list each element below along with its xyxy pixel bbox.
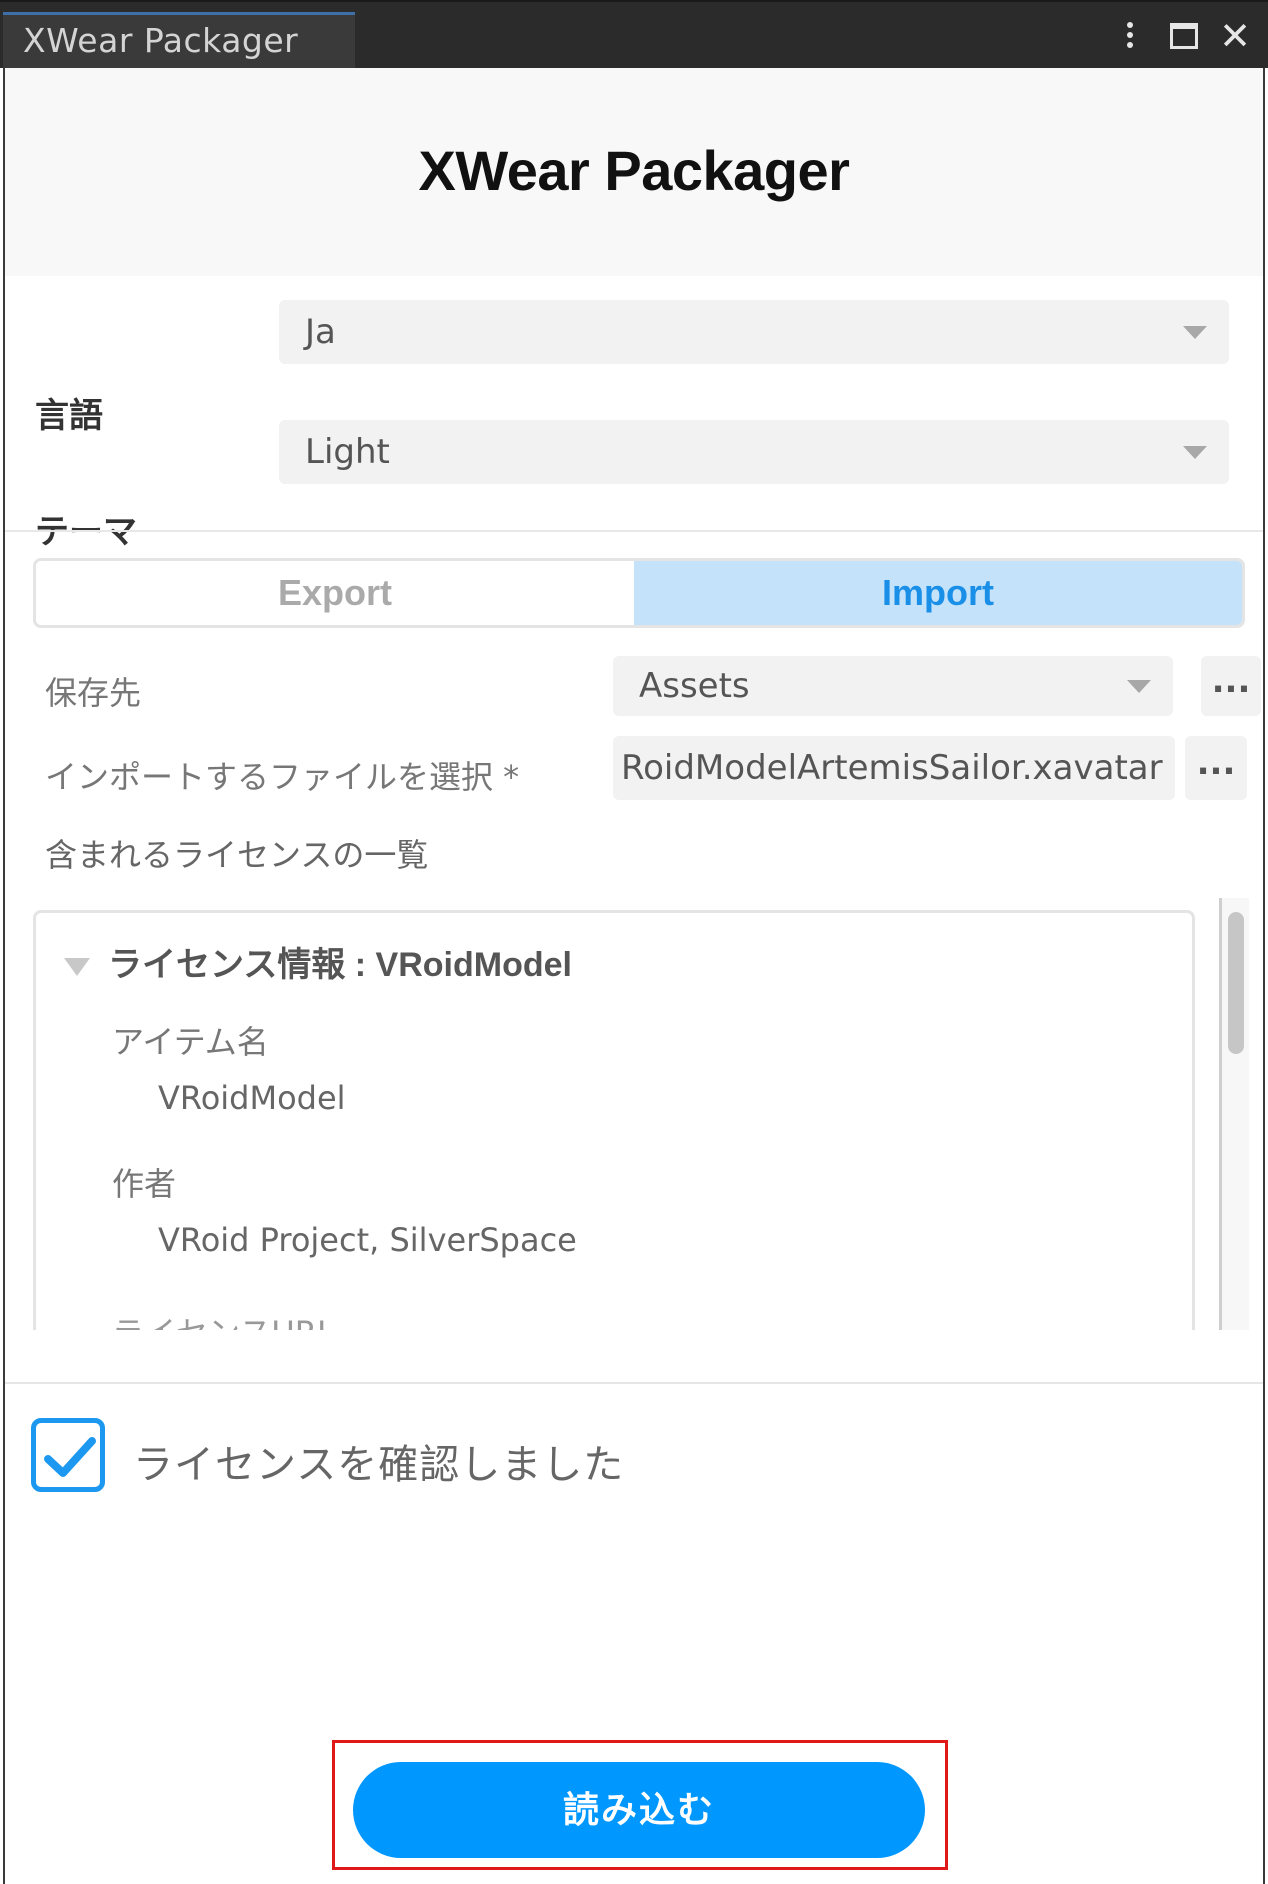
app-title: XWear Packager (418, 139, 850, 202)
license-confirm-label[interactable]: ライセンスを確認しました (133, 1432, 624, 1490)
license-list-panel: ライセンス情報 : VRoidModel アイテム名 VRoidModel 作者… (33, 910, 1195, 1330)
packager-window: XWear Packager 言語 Ja テーマ Light Export Im… (3, 68, 1265, 1884)
language-dropdown[interactable]: Ja (279, 300, 1229, 364)
window-tab[interactable]: XWear Packager (3, 12, 355, 70)
license-list-label: 含まれるライセンスの一覧 (45, 836, 429, 874)
close-icon[interactable]: ✕ (1218, 14, 1252, 58)
divider (5, 1382, 1263, 1384)
theme-dropdown[interactable]: Light (279, 420, 1229, 484)
browse-save-destination-button[interactable]: ... (1201, 656, 1261, 716)
author-key: 作者 (112, 1165, 177, 1203)
theme-label: テーマ (35, 512, 137, 552)
chevron-down-icon (1183, 446, 1207, 459)
item-name-key: アイテム名 (112, 1023, 269, 1061)
language-value: Ja (305, 312, 336, 352)
license-foldout[interactable]: ライセンス情報 : VRoidModel (64, 937, 572, 986)
license-scrollbar[interactable] (1219, 898, 1249, 1330)
license-url-key: ライセンスURL (112, 1308, 335, 1330)
theme-value: Light (305, 432, 390, 472)
app-header: XWear Packager (5, 68, 1263, 276)
window-tab-bar: XWear Packager ✕ (0, 0, 1268, 70)
save-destination-dropdown[interactable]: Assets (613, 656, 1173, 716)
item-name-value: VRoidModel (158, 1079, 346, 1117)
license-foldout-title: ライセンス情報 : VRoidModel (108, 946, 572, 984)
import-file-field[interactable]: RoidModelArtemisSailor.xavatar (613, 736, 1175, 800)
foldout-arrow-icon[interactable] (64, 958, 90, 977)
import-file-label: インポートするファイルを選択 * (45, 758, 520, 796)
license-confirm-checkbox[interactable] (31, 1418, 105, 1492)
divider (5, 530, 1263, 532)
browse-import-file-button[interactable]: ... (1185, 736, 1247, 800)
chevron-down-icon (1127, 680, 1151, 693)
tab-import[interactable]: Import (634, 561, 1242, 625)
save-destination-label: 保存先 (45, 674, 142, 712)
tab-export[interactable]: Export (36, 561, 634, 625)
save-destination-value: Assets (639, 666, 750, 706)
author-value: VRoid Project, SilverSpace (158, 1221, 577, 1259)
language-label: 言語 (35, 396, 103, 436)
scrollbar-thumb[interactable] (1228, 912, 1244, 1054)
mode-tabs: Export Import (33, 558, 1245, 628)
load-button[interactable]: 読み込む (353, 1762, 925, 1858)
chevron-down-icon (1183, 326, 1207, 339)
maximize-icon[interactable] (1170, 14, 1202, 58)
checkmark-icon (44, 1437, 96, 1477)
more-options-icon[interactable] (1118, 14, 1142, 58)
